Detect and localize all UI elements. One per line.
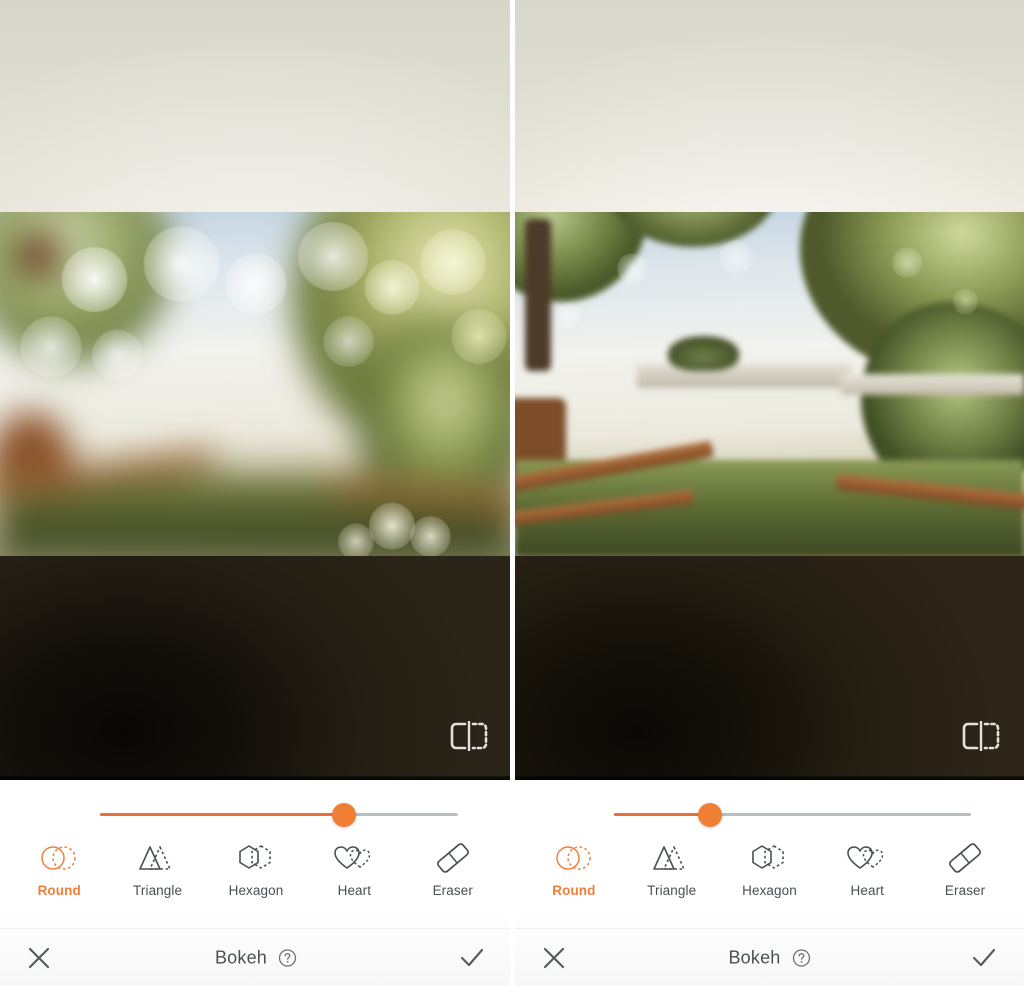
tool-heart-left[interactable]: Heart	[306, 842, 402, 898]
feature-title: Bokeh	[214, 947, 268, 968]
tool-eraser-right[interactable]: Eraser	[917, 842, 1013, 898]
tool-label: Round	[37, 883, 81, 898]
photo-preview-right[interactable]	[515, 212, 1024, 557]
tool-round-left[interactable]: Round	[11, 842, 107, 898]
tool-label: Triangle	[133, 883, 183, 898]
intensity-slider-wrap-left	[0, 780, 512, 846]
action-bar-left: Bokeh	[0, 930, 512, 986]
intensity-slider-left[interactable]	[99, 802, 459, 827]
tool-label: Heart	[850, 883, 885, 898]
canvas-top-blur-area	[0, 0, 512, 214]
feature-title-group-right: Bokeh	[728, 948, 810, 969]
bokeh-shape-triangle-icon	[652, 846, 685, 870]
bokeh-shape-hexagon-icon	[239, 845, 271, 869]
bokeh-shape-round-icon	[41, 846, 76, 870]
tool-label: Hexagon	[742, 883, 797, 898]
shape-tool-row-left: Round Triangle Hexagon Heart Eraser	[0, 842, 512, 924]
canvas-bottom-blur-area	[515, 556, 1024, 780]
bokeh-shape-heart-icon	[334, 846, 371, 869]
sheet-divider	[515, 928, 1024, 929]
sheet-divider	[0, 928, 512, 929]
tool-eraser-left[interactable]: Eraser	[405, 842, 501, 898]
tool-label: Triangle	[647, 883, 697, 898]
canvas-bottom-blur-area	[0, 556, 512, 780]
canvas-top-blur-area	[515, 0, 1024, 214]
tool-label: Eraser	[944, 883, 986, 898]
action-bar-right: Bokeh	[515, 930, 1024, 986]
app-watermark-icon	[450, 721, 488, 751]
help-button-left[interactable]	[278, 949, 297, 968]
bokeh-shape-triangle-icon	[138, 846, 171, 870]
bokeh-shape-heart-icon	[847, 846, 884, 869]
photo-canvas-right[interactable]	[515, 0, 1024, 780]
bokeh-shape-round-icon	[556, 846, 591, 870]
tool-label: Round	[552, 883, 596, 898]
intensity-slider-wrap-right	[515, 780, 1024, 846]
cancel-button-right[interactable]	[541, 945, 567, 971]
bokeh-control-sheet-left: Round Triangle Hexagon Heart Eraser Boke…	[0, 780, 512, 986]
editor-screen-right: Round Triangle Hexagon Heart Eraser Boke…	[512, 0, 1024, 986]
eraser-icon	[436, 843, 469, 873]
bokeh-highlights	[0, 212, 512, 557]
cancel-button-left[interactable]	[26, 945, 52, 971]
tool-hexagon-right[interactable]: Hexagon	[721, 842, 817, 898]
help-button-right[interactable]	[792, 949, 811, 968]
editor-screen-left: Round Triangle Hexagon Heart Eraser Boke…	[0, 0, 512, 986]
bokeh-highlights	[515, 212, 1024, 557]
confirm-button-left[interactable]	[458, 945, 486, 971]
app-watermark-icon	[962, 721, 1000, 751]
shape-tool-row-right: Round Triangle Hexagon Heart Eraser	[515, 842, 1024, 924]
tool-label: Heart	[337, 883, 372, 898]
tool-triangle-left[interactable]: Triangle	[110, 842, 206, 898]
bokeh-control-sheet-right: Round Triangle Hexagon Heart Eraser Boke…	[515, 780, 1024, 986]
photo-preview-left[interactable]	[0, 212, 512, 557]
photo-canvas-left[interactable]	[0, 0, 512, 780]
tool-round-right[interactable]: Round	[526, 842, 622, 898]
tool-label: Eraser	[432, 883, 473, 898]
tool-label: Hexagon	[228, 883, 284, 898]
confirm-button-right[interactable]	[970, 945, 998, 971]
screen-separator	[510, 0, 514, 986]
eraser-icon	[949, 843, 982, 873]
slider-fill	[614, 813, 711, 816]
slider-thumb[interactable]	[331, 802, 356, 827]
comparison-screens: Round Triangle Hexagon Heart Eraser Boke…	[0, 0, 1024, 986]
tool-hexagon-left[interactable]: Hexagon	[208, 842, 304, 898]
feature-title: Bokeh	[728, 947, 781, 968]
tool-heart-right[interactable]: Heart	[819, 842, 915, 898]
intensity-slider-right[interactable]	[614, 802, 971, 827]
tool-triangle-right[interactable]: Triangle	[624, 842, 720, 898]
bokeh-shape-hexagon-icon	[752, 845, 785, 869]
slider-thumb[interactable]	[698, 802, 723, 827]
feature-title-group-left: Bokeh	[215, 948, 297, 969]
slider-fill	[99, 813, 344, 816]
